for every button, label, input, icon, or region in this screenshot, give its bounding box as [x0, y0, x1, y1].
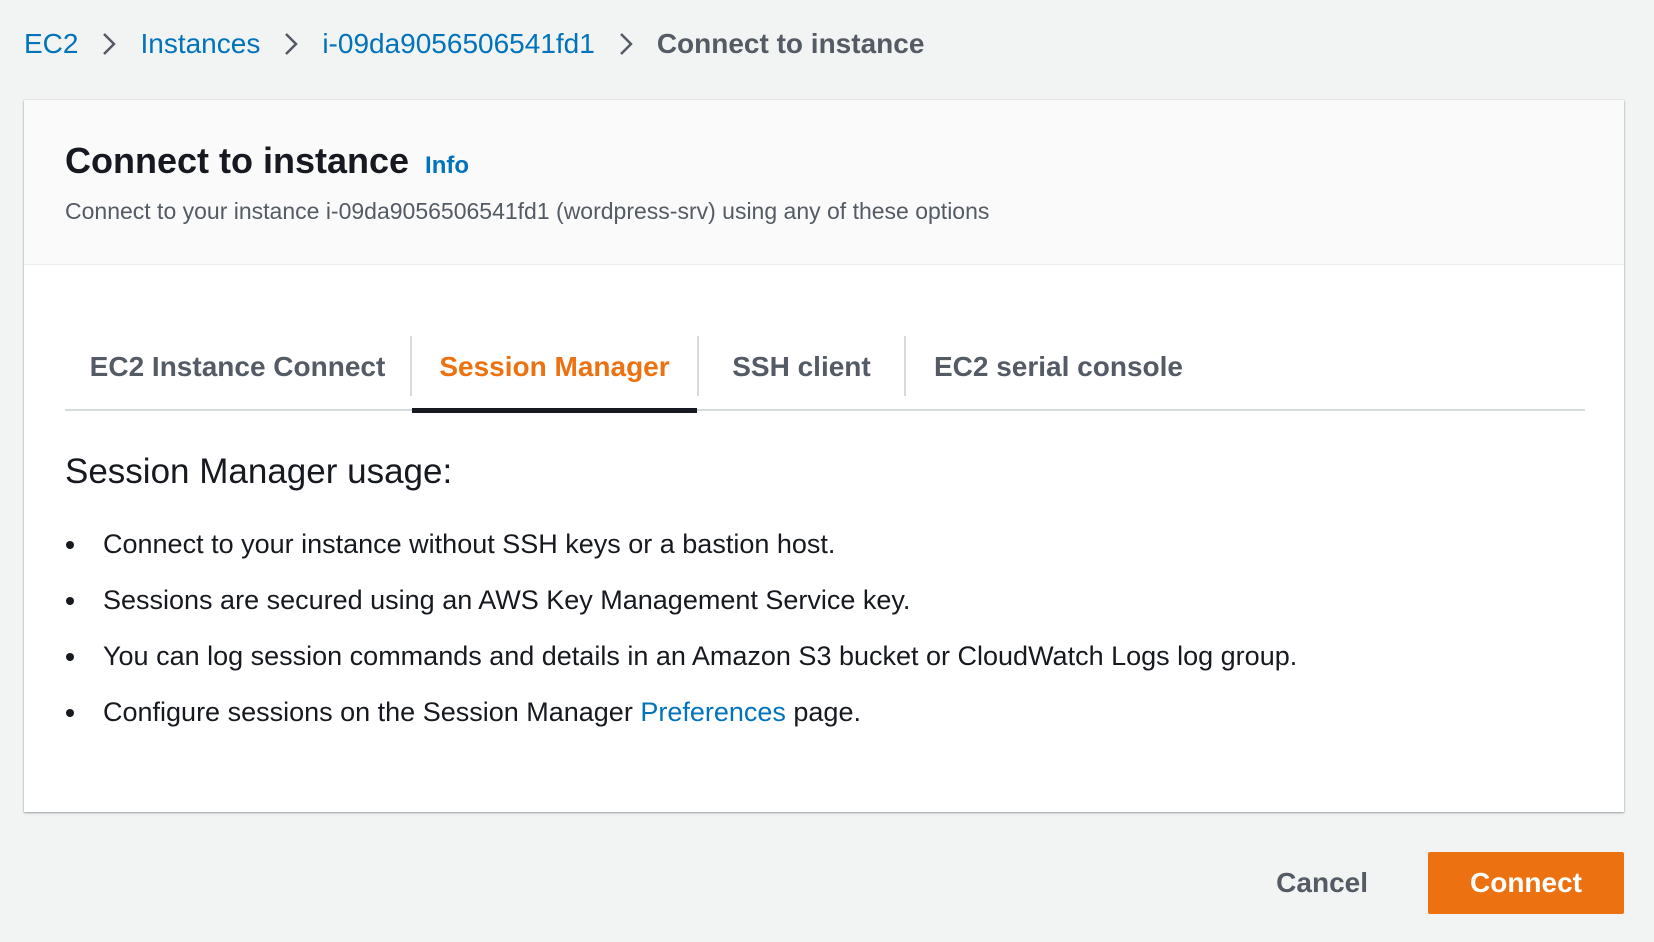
session-manager-content: Session Manager usage: Connect to your i…	[65, 452, 1585, 740]
tab-ssh-client[interactable]: SSH client	[699, 323, 904, 411]
connect-tabs: EC2 Instance Connect Session Manager SSH…	[65, 323, 1585, 413]
cancel-button[interactable]: Cancel	[1246, 852, 1398, 914]
preferences-link[interactable]: Preferences	[640, 697, 786, 727]
connect-button[interactable]: Connect	[1428, 852, 1624, 914]
page-title: Connect to instance	[65, 140, 410, 181]
tab-ec2-serial-console[interactable]: EC2 serial console	[906, 323, 1211, 411]
breadcrumb-ec2-link[interactable]: EC2	[24, 28, 78, 60]
usage-heading: Session Manager usage:	[65, 452, 453, 491]
chevron-right-icon	[78, 26, 140, 62]
connect-panel: Connect to instance Info Connect to your…	[24, 100, 1624, 812]
list-item: You can log session commands and details…	[65, 628, 1585, 684]
list-item: Sessions are secured using an AWS Key Ma…	[65, 572, 1585, 628]
list-item: Connect to your instance without SSH key…	[65, 516, 1585, 572]
chevron-right-icon	[260, 26, 322, 62]
panel-header: Connect to instance Info Connect to your…	[24, 100, 1624, 265]
title-row: Connect to instance Info	[65, 140, 1583, 182]
list-item-text: page.	[785, 697, 861, 727]
list-item: Configure sessions on the Session Manage…	[65, 684, 1585, 740]
breadcrumb: EC2 Instances i-09da9056506541fd1 Connec…	[24, 26, 924, 62]
list-item-text: Configure sessions on the Session Manage…	[103, 697, 641, 727]
tab-session-manager[interactable]: Session Manager	[412, 323, 697, 413]
breadcrumb-current: Connect to instance	[656, 28, 925, 59]
info-link[interactable]: Info	[425, 152, 469, 180]
tab-ec2-instance-connect[interactable]: EC2 Instance Connect	[65, 323, 410, 411]
breadcrumb-instances-link[interactable]: Instances	[140, 28, 260, 60]
usage-list: Connect to your instance without SSH key…	[65, 516, 1585, 740]
breadcrumb-instance-id-link[interactable]: i-09da9056506541fd1	[322, 28, 594, 60]
chevron-right-icon	[595, 26, 657, 62]
footer-actions: Cancel Connect	[1246, 852, 1624, 914]
panel-description: Connect to your instance i-09da905650654…	[65, 198, 990, 224]
